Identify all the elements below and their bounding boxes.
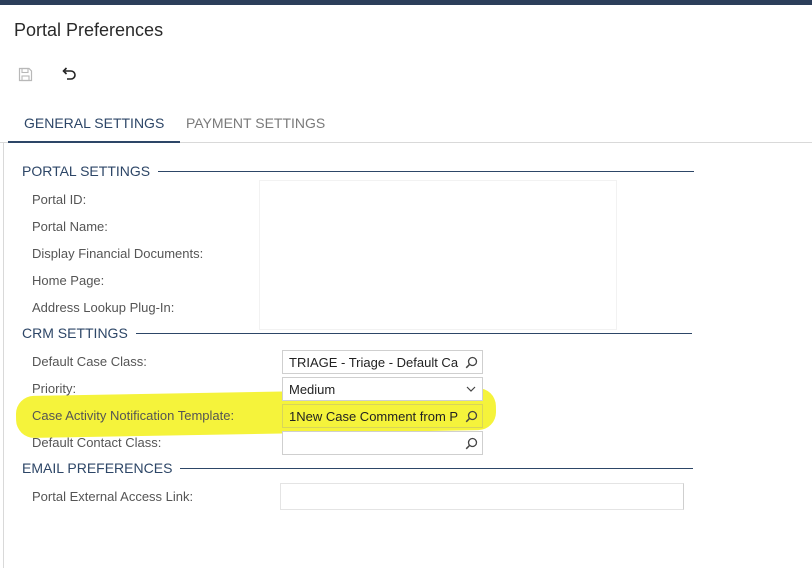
default-case-class-label: Default Case Class: xyxy=(32,354,147,369)
tab-bar: GENERAL SETTINGS PAYMENT SETTINGS xyxy=(0,108,812,143)
section-title: CRM SETTINGS xyxy=(22,325,128,341)
search-icon xyxy=(465,410,477,422)
case-activity-notification-template-value[interactable]: 1New Case Comment from P xyxy=(283,409,460,424)
search-icon xyxy=(465,437,477,449)
dropdown-button[interactable] xyxy=(460,378,482,400)
search-icon xyxy=(465,356,477,368)
section-email-preferences: EMAIL PREFERENCES xyxy=(22,460,694,476)
undo-icon xyxy=(62,67,76,80)
display-financial-documents-label: Display Financial Documents: xyxy=(32,246,204,261)
priority-value[interactable]: Medium xyxy=(283,382,460,397)
portal-settings-fields-area xyxy=(259,180,617,330)
case-activity-notification-template-label: Case Activity Notification Template: xyxy=(32,408,235,423)
section-portal-settings: PORTAL SETTINGS xyxy=(22,163,695,179)
default-contact-class-label: Default Contact Class: xyxy=(32,435,162,450)
section-title: PORTAL SETTINGS xyxy=(22,163,151,179)
tab-payment-settings[interactable]: PAYMENT SETTINGS xyxy=(170,108,341,143)
portal-external-access-link-field[interactable] xyxy=(280,483,684,510)
priority-select[interactable]: Medium xyxy=(282,377,483,401)
search-button[interactable] xyxy=(460,432,482,454)
default-case-class-value[interactable]: TRIAGE - Triage - Default Ca xyxy=(283,355,460,370)
default-contact-class-field[interactable] xyxy=(282,431,483,455)
undo-button[interactable] xyxy=(58,63,80,85)
priority-label: Priority: xyxy=(32,381,77,396)
search-button[interactable] xyxy=(460,405,482,427)
section-divider xyxy=(158,170,695,172)
tab-general-settings[interactable]: GENERAL SETTINGS xyxy=(8,108,181,143)
home-page-label: Home Page: xyxy=(32,273,105,288)
portal-name-label: Portal Name: xyxy=(32,219,108,234)
section-crm-settings: CRM SETTINGS xyxy=(22,325,692,341)
top-bar xyxy=(0,0,812,5)
save-icon xyxy=(18,67,32,81)
portal-id-label: Portal ID: xyxy=(32,192,87,207)
section-divider xyxy=(180,467,694,469)
save-button[interactable] xyxy=(14,63,36,85)
address-lookup-plugin-label: Address Lookup Plug-In: xyxy=(32,300,175,315)
default-case-class-field[interactable]: TRIAGE - Triage - Default Ca xyxy=(282,350,483,374)
section-title: EMAIL PREFERENCES xyxy=(22,460,173,476)
case-activity-notification-template-field[interactable]: 1New Case Comment from P xyxy=(282,404,483,428)
section-divider xyxy=(135,332,692,334)
search-button[interactable] xyxy=(460,351,482,373)
chevron-down-icon xyxy=(466,386,476,392)
page-title: Portal Preferences xyxy=(14,20,164,40)
portal-external-access-link-label: Portal External Access Link: xyxy=(32,489,194,504)
